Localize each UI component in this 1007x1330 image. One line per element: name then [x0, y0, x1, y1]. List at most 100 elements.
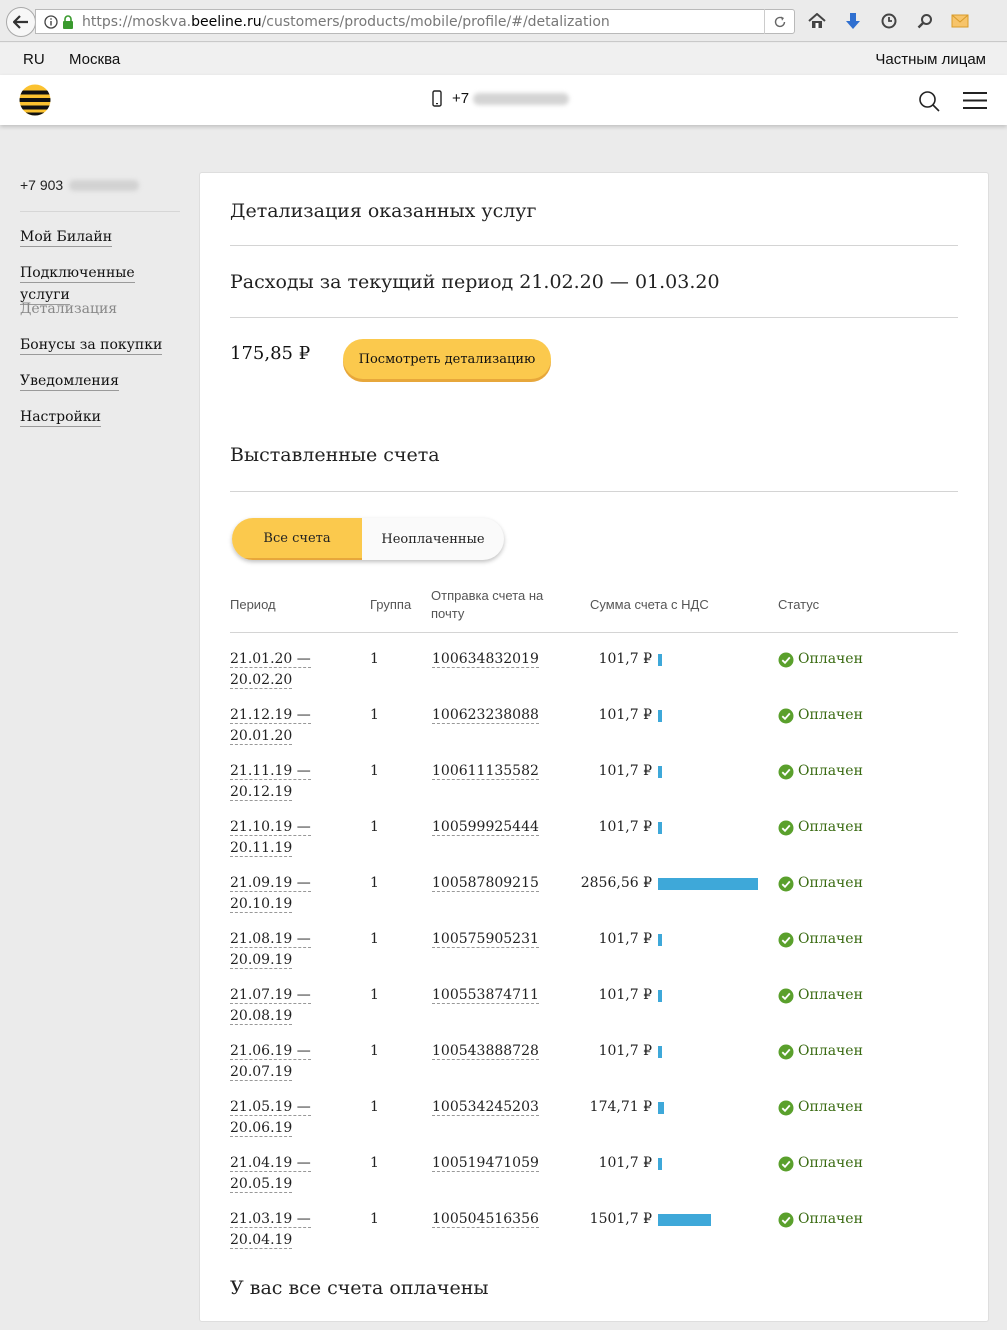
all-paid-note: У вас все счета оплачены — [230, 1277, 489, 1299]
invoice-period[interactable]: 21.06.19 — 20.07.19 — [230, 1041, 350, 1083]
invoice-status: Оплачен — [778, 649, 863, 670]
sidebar-item[interactable]: Мой Билайн — [20, 226, 180, 262]
sidebar-item[interactable]: Уведомления — [20, 370, 180, 406]
invoice-number: 100587809215 — [432, 875, 539, 892]
invoice-number-link[interactable]: 100611135582 — [432, 761, 539, 782]
check-circle-icon — [778, 988, 794, 1003]
column-header-sum: Сумма счета с НДС — [590, 597, 709, 612]
period-to: 20.11.19 — [230, 840, 293, 857]
period-from: 21.01.20 — — [230, 651, 311, 668]
table-row: 21.09.19 — 20.10.19 1 100587809215 2856,56 ₽… — [230, 873, 958, 929]
invoice-status: Оплачен — [778, 1153, 863, 1174]
mail-icon[interactable] — [950, 11, 970, 31]
invoice-number-link[interactable]: 100553874711 — [432, 985, 539, 1006]
segment-link[interactable]: Частным лицам — [875, 51, 986, 68]
tab-all-invoices[interactable]: Все счета — [232, 518, 362, 560]
invoice-sum: 1501,7 ₽ — [589, 1211, 652, 1227]
invoice-sum-bar — [658, 878, 758, 890]
view-detalization-button[interactable]: Посмотреть детализацию — [343, 339, 551, 379]
sidebar: +7 903 Мой Билайн Подключенные услуги Дета… — [20, 170, 180, 442]
home-icon[interactable] — [807, 11, 827, 31]
column-header-group: Группа — [370, 597, 412, 612]
invoice-status: Оплачен — [778, 761, 863, 782]
invoice-number-link[interactable]: 100575905231 — [432, 929, 539, 950]
period-to: 20.04.19 — [230, 1232, 293, 1249]
invoice-period[interactable]: 21.03.19 — 20.04.19 — [230, 1209, 350, 1251]
site-header: +7 — [0, 75, 1007, 125]
check-circle-icon — [778, 1044, 794, 1059]
table-row: 21.01.20 — 20.02.20 1 100634832019 101,7 ₽ Оп… — [230, 649, 958, 705]
invoice-group: 1 — [370, 707, 379, 723]
sidebar-item-label: Мой Билайн — [20, 229, 113, 247]
address-bar[interactable]: https://moskva.beeline.ru/customers/prod… — [35, 9, 795, 34]
invoice-period[interactable]: 21.05.19 — 20.06.19 — [230, 1097, 350, 1139]
invoice-group: 1 — [370, 819, 379, 835]
url-text: https://moskva.beeline.ru/customers/prod… — [82, 13, 610, 30]
invoice-status: Оплачен — [778, 985, 863, 1006]
invoice-period[interactable]: 21.10.19 — 20.11.19 — [230, 817, 350, 859]
invoice-period[interactable]: 21.11.19 — 20.12.19 — [230, 761, 350, 803]
invoice-status: Оплачен — [778, 1097, 863, 1118]
invoice-number-link[interactable]: 100587809215 — [432, 873, 539, 894]
invoice-number: 100543888728 — [432, 1043, 539, 1060]
table-row: 21.03.19 — 20.04.19 1 100504516356 1501,7 ₽ О… — [230, 1209, 958, 1265]
invoice-sum: 101,7 ₽ — [598, 819, 652, 835]
language-switch[interactable]: RU — [23, 51, 45, 68]
sidebar-phone: +7 903 — [20, 170, 180, 200]
invoice-number-link[interactable]: 100623238088 — [432, 705, 539, 726]
invoice-sum: 101,7 ₽ — [598, 931, 652, 947]
tab-unpaid-invoices[interactable]: Неоплаченные — [362, 518, 504, 560]
invoice-number-link[interactable]: 100519471059 — [432, 1153, 539, 1174]
invoice-period[interactable]: 21.08.19 — 20.09.19 — [230, 929, 350, 971]
invoice-group: 1 — [370, 1155, 379, 1171]
invoice-sum-bar — [658, 1158, 662, 1170]
invoice-period[interactable]: 21.07.19 — 20.08.19 — [230, 985, 350, 1027]
invoice-period[interactable]: 21.01.20 — 20.02.20 — [230, 649, 350, 691]
invoice-sum-bar — [658, 990, 662, 1002]
sidebar-item[interactable]: Бонусы за покупки — [20, 334, 180, 370]
check-circle-icon — [778, 932, 794, 947]
history-icon[interactable] — [879, 11, 899, 31]
invoice-number-link[interactable]: 100534245203 — [432, 1097, 539, 1118]
invoice-number: 100611135582 — [432, 763, 539, 780]
sidebar-item[interactable]: Подключенные услуги — [20, 262, 180, 305]
sidebar-item-label: Настройки — [20, 409, 101, 427]
invoice-number-link[interactable]: 100504516356 — [432, 1209, 539, 1230]
back-button[interactable] — [6, 7, 36, 37]
sidebar-item[interactable]: Настройки — [20, 406, 180, 442]
beeline-logo[interactable] — [19, 84, 51, 116]
download-icon[interactable] — [843, 11, 863, 31]
header-phone[interactable]: +7 — [432, 90, 570, 107]
invoice-period[interactable]: 21.04.19 — 20.05.19 — [230, 1153, 350, 1195]
invoice-number-link[interactable]: 100634832019 — [432, 649, 539, 670]
invoice-number: 100599925444 — [432, 819, 539, 836]
invoice-period[interactable]: 21.12.19 — 20.01.20 — [230, 705, 350, 747]
invoice-period[interactable]: 21.09.19 — 20.10.19 — [230, 873, 350, 915]
period-from: 21.09.19 — — [230, 875, 311, 892]
period-from: 21.06.19 — — [230, 1043, 311, 1060]
invoice-sum: 2856,56 ₽ — [580, 875, 652, 891]
invoice-sum-bar — [658, 934, 662, 946]
find-icon[interactable] — [915, 11, 935, 31]
city-selector[interactable]: Москва — [69, 51, 120, 68]
check-circle-icon — [778, 1100, 794, 1115]
period-to: 20.06.19 — [230, 1120, 293, 1137]
period-from: 21.11.19 — — [230, 763, 311, 780]
table-row: 21.05.19 — 20.06.19 1 100534245203 174,71 ₽ О… — [230, 1097, 958, 1153]
period-to: 20.02.20 — [230, 672, 293, 689]
check-circle-icon — [778, 652, 794, 667]
column-header-email: Отправка счета на почту — [431, 588, 544, 621]
table-row: 21.07.19 — 20.08.19 1 100553874711 101,7 ₽ Оп… — [230, 985, 958, 1041]
invoice-sum-bar — [658, 1046, 662, 1058]
invoice-group: 1 — [370, 875, 379, 891]
invoice-number-link[interactable]: 100543888728 — [432, 1041, 539, 1062]
period-from: 21.05.19 — — [230, 1099, 311, 1116]
hidden-phone-digits — [69, 179, 140, 191]
invoice-number: 100623238088 — [432, 707, 539, 724]
reload-icon[interactable] — [764, 9, 794, 34]
arrow-left-icon — [13, 15, 28, 29]
search-icon[interactable] — [918, 90, 940, 112]
info-icon[interactable] — [44, 14, 58, 29]
hamburger-menu-icon[interactable] — [963, 92, 987, 109]
invoice-number-link[interactable]: 100599925444 — [432, 817, 539, 838]
